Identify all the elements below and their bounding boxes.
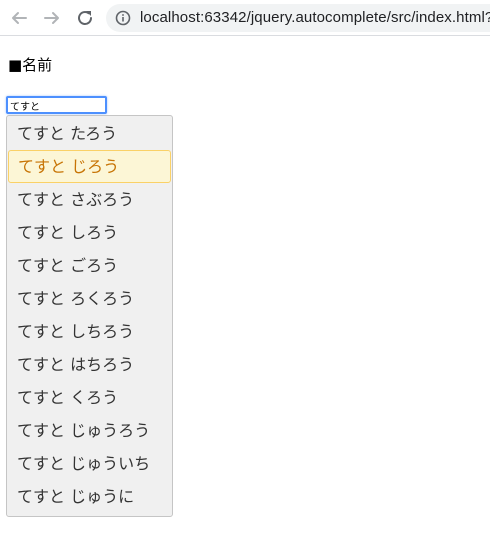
menu-item[interactable]: てすと はちろう [7, 348, 172, 381]
menu-item[interactable]: てすと じゅうに [7, 480, 172, 513]
menu-item[interactable]: てすと くろう [7, 381, 172, 414]
info-icon[interactable] [115, 10, 131, 26]
menu-item[interactable]: てすと じゅういち [7, 447, 172, 480]
url-text: localhost:63342/jquery.autocomplete/src/… [140, 9, 490, 26]
browser-toolbar: localhost:63342/jquery.autocomplete/src/… [0, 0, 490, 36]
menu-item[interactable]: てすと たろう [7, 117, 172, 150]
menu-item[interactable]: てすと しちろう [7, 315, 172, 348]
forward-arrow-icon[interactable] [40, 6, 64, 30]
menu-item[interactable]: てすと ごろう [7, 249, 172, 282]
menu-item[interactable]: てすと しろう [7, 216, 172, 249]
menu-item[interactable]: てすと じゅうろう [7, 414, 172, 447]
back-arrow-icon[interactable] [7, 6, 31, 30]
menu-item[interactable]: てすと ろくろう [7, 282, 172, 315]
menu-item[interactable]: てすと さぶろう [7, 183, 172, 216]
autocomplete-menu: てすと たろう てすと じろう てすと さぶろう てすと しろう てすと ごろう てすと … [6, 115, 173, 517]
menu-item[interactable]: てすと じろう [8, 150, 171, 183]
name-label: ■名前 [8, 56, 53, 74]
name-input[interactable] [6, 96, 107, 114]
address-bar[interactable]: localhost:63342/jquery.autocomplete/src/… [106, 4, 490, 32]
reload-icon[interactable] [73, 6, 97, 30]
